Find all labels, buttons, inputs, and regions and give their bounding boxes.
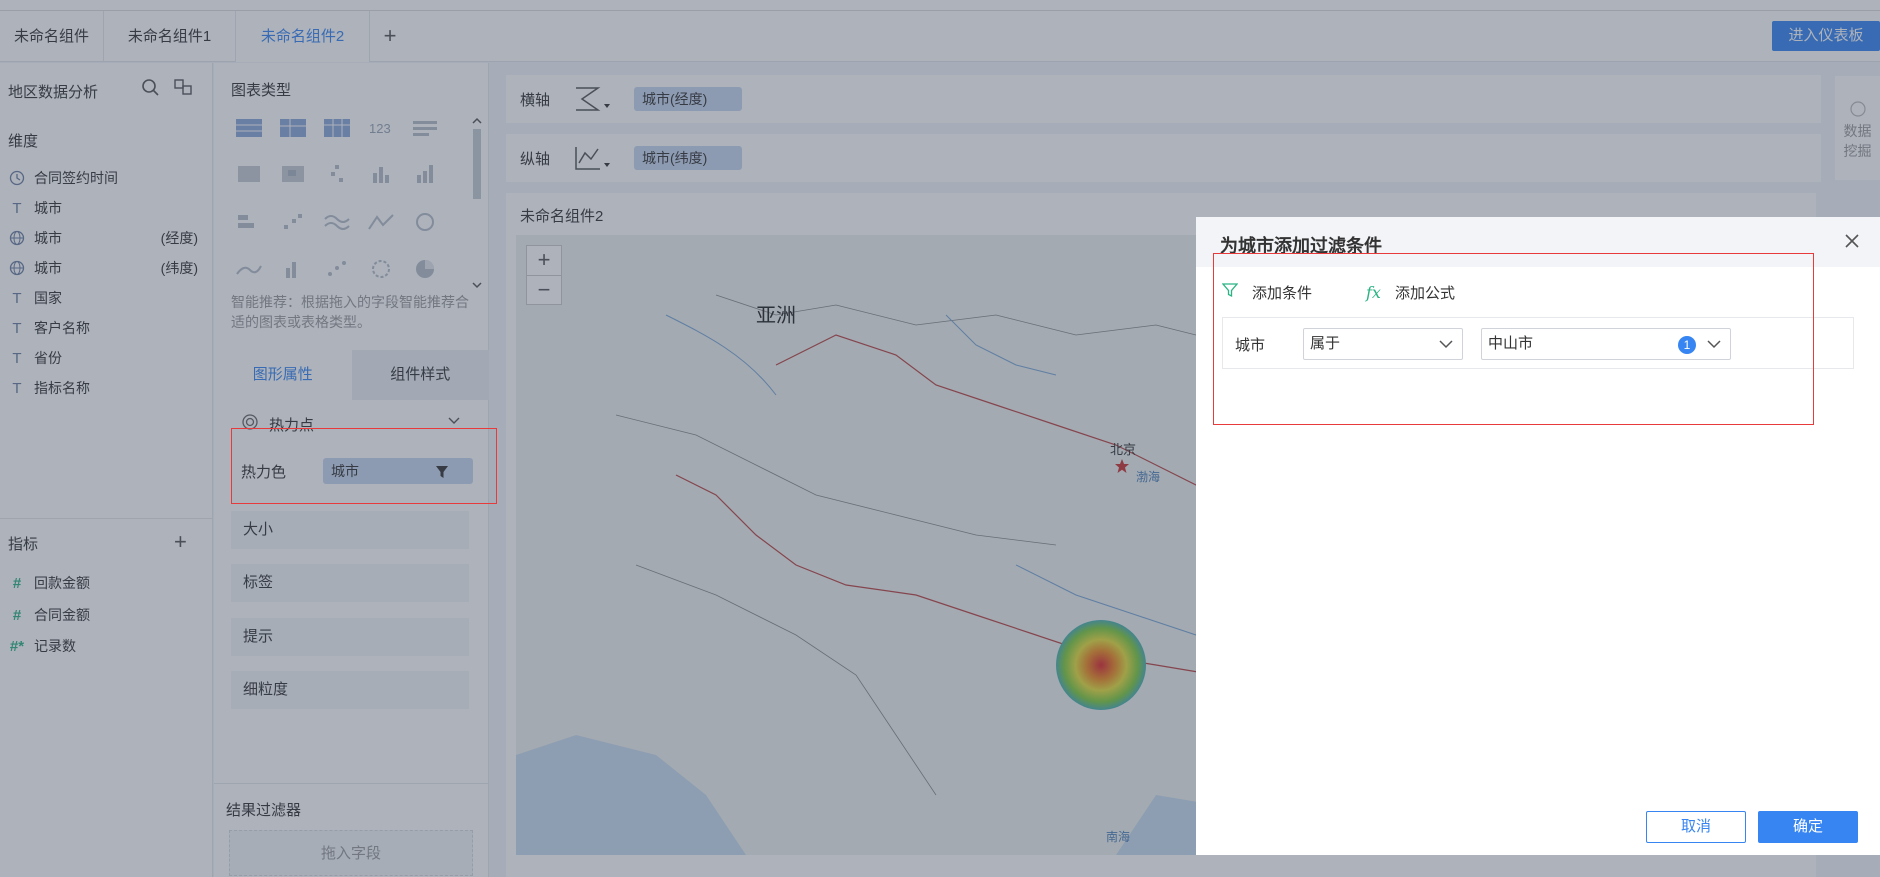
- highlight-box: [231, 428, 497, 504]
- close-icon[interactable]: [1844, 229, 1860, 255]
- confirm-button[interactable]: 确定: [1758, 811, 1858, 843]
- cancel-button[interactable]: 取消: [1646, 811, 1746, 843]
- highlight-box: [1213, 253, 1814, 425]
